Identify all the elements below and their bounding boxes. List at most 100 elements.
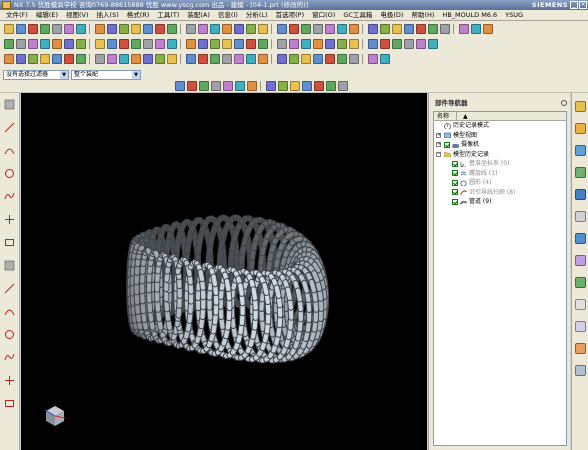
close-button[interactable]: ×	[579, 1, 587, 9]
palette-icon[interactable]	[575, 343, 586, 354]
revolve-icon[interactable]	[167, 38, 177, 49]
datum-plane-icon[interactable]	[246, 38, 256, 49]
spline-icon[interactable]	[4, 191, 15, 202]
menu-gc-toolkit[interactable]: GC工具箱	[339, 10, 376, 20]
feature-checkbox[interactable]	[452, 189, 458, 195]
menu-insert[interactable]: 插入(S)	[93, 10, 123, 20]
redo-icon[interactable]	[95, 23, 105, 34]
revolve-icon[interactable]	[235, 80, 245, 91]
fit-view-icon[interactable]	[459, 23, 469, 34]
undo-icon[interactable]	[325, 53, 335, 64]
start-icon[interactable]	[404, 38, 414, 49]
tree-node-feature[interactable]: 圆形 (4)	[434, 178, 566, 188]
manufacturing-wizards-icon[interactable]	[575, 277, 586, 288]
menu-analysis[interactable]: 分析(L)	[242, 10, 272, 20]
expand-toggle[interactable]: +	[436, 132, 441, 138]
name-column-header[interactable]: 名称 ▲	[434, 112, 566, 121]
zoom-icon[interactable]	[471, 23, 481, 34]
shaded-icon[interactable]	[199, 80, 209, 91]
pin-icon[interactable]	[561, 100, 567, 106]
pan-icon[interactable]	[155, 23, 165, 34]
zoom-icon[interactable]	[428, 38, 438, 49]
helical-tube-model[interactable]	[21, 93, 427, 450]
system-scenes-icon[interactable]	[575, 321, 586, 332]
feature-checkbox[interactable]	[452, 179, 458, 186]
datum-plane-icon[interactable]	[198, 53, 208, 64]
paste-icon[interactable]	[64, 23, 74, 34]
save-icon[interactable]	[277, 53, 287, 64]
datum-plane-icon[interactable]	[289, 23, 299, 34]
shaded-icon[interactable]	[167, 23, 177, 34]
cut-icon[interactable]	[4, 38, 14, 49]
feature-checkbox[interactable]	[452, 160, 458, 167]
redo-icon[interactable]	[337, 53, 347, 64]
extrude-icon[interactable]	[107, 53, 117, 64]
zoom-icon[interactable]	[131, 23, 141, 34]
undo-icon[interactable]	[416, 23, 426, 34]
new-icon[interactable]	[4, 23, 14, 34]
menu-information[interactable]: 信息(I)	[214, 10, 242, 20]
cut-icon[interactable]	[380, 23, 390, 34]
redo-icon[interactable]	[392, 38, 402, 49]
shell-icon[interactable]	[290, 80, 300, 91]
shaded-icon[interactable]	[76, 53, 86, 64]
datum-csys-icon[interactable]	[301, 23, 311, 34]
collapse-toggle[interactable]: −	[436, 151, 441, 157]
layer-icon[interactable]	[289, 38, 299, 49]
sketch-icon[interactable]	[95, 53, 105, 64]
selection-filter-select[interactable]: 没有选择过滤器 ▼	[3, 70, 69, 80]
paste-icon[interactable]	[404, 23, 414, 34]
menu-ysug[interactable]: YSUG	[501, 10, 527, 20]
pan-icon[interactable]	[119, 38, 129, 49]
start-icon[interactable]	[16, 53, 26, 64]
copy-icon[interactable]	[392, 23, 402, 34]
menu-preferences[interactable]: 首选项(P)	[272, 10, 309, 20]
start-icon[interactable]	[64, 38, 74, 49]
start-icon[interactable]	[107, 23, 117, 34]
copy-icon[interactable]	[349, 38, 359, 49]
reuse-library-icon[interactable]	[575, 145, 586, 156]
menu-format[interactable]: 格式(R)	[123, 10, 154, 20]
menu-window[interactable]: 窗口(O)	[308, 10, 339, 20]
extrude-icon[interactable]	[198, 23, 208, 34]
sketch-icon[interactable]	[143, 38, 153, 49]
roles-icon[interactable]	[575, 299, 586, 310]
open-icon[interactable]	[349, 23, 359, 34]
tree-node-cameras[interactable]: + 摄像机	[434, 140, 566, 150]
trim-curve-icon[interactable]	[4, 306, 15, 317]
rotate-icon[interactable]	[483, 23, 493, 34]
arc-icon[interactable]	[4, 145, 15, 156]
cut-icon[interactable]	[337, 38, 347, 49]
tree-node-feature[interactable]: 基准坐标系 (0)	[434, 159, 566, 169]
fit-view-icon[interactable]	[416, 38, 426, 49]
new-icon[interactable]	[301, 38, 311, 49]
tree-node-model-views[interactable]: + 模型视图	[434, 131, 566, 141]
shell-icon[interactable]	[222, 38, 232, 49]
tree-node-feature[interactable]: 螺旋线 (1)	[434, 169, 566, 179]
menu-assemblies[interactable]: 装配(A)	[183, 10, 214, 20]
fit-view-icon[interactable]	[28, 53, 38, 64]
point-icon[interactable]	[4, 214, 15, 225]
measure-icon[interactable]	[277, 38, 287, 49]
measure-icon[interactable]	[338, 80, 348, 91]
feature-checkbox[interactable]	[452, 198, 458, 205]
layer-icon[interactable]	[325, 23, 335, 34]
datum-plane-icon[interactable]	[314, 80, 324, 91]
revolve-icon[interactable]	[119, 53, 129, 64]
part-navigator-icon[interactable]	[575, 123, 586, 134]
start-icon[interactable]	[440, 23, 450, 34]
hd3d-tools-icon[interactable]	[575, 167, 586, 178]
open-icon[interactable]	[313, 38, 323, 49]
shell-icon[interactable]	[167, 53, 177, 64]
chamfer-icon[interactable]	[210, 38, 220, 49]
fit-view-icon[interactable]	[368, 53, 378, 64]
fit-view-icon[interactable]	[119, 23, 129, 34]
save-icon[interactable]	[368, 23, 378, 34]
text-icon[interactable]	[4, 375, 15, 386]
pan-icon[interactable]	[187, 80, 197, 91]
graphics-window[interactable]	[21, 93, 427, 450]
hole-icon[interactable]	[131, 53, 141, 64]
hole-icon[interactable]	[247, 80, 257, 91]
extrude-icon[interactable]	[155, 38, 165, 49]
undo-icon[interactable]	[380, 38, 390, 49]
